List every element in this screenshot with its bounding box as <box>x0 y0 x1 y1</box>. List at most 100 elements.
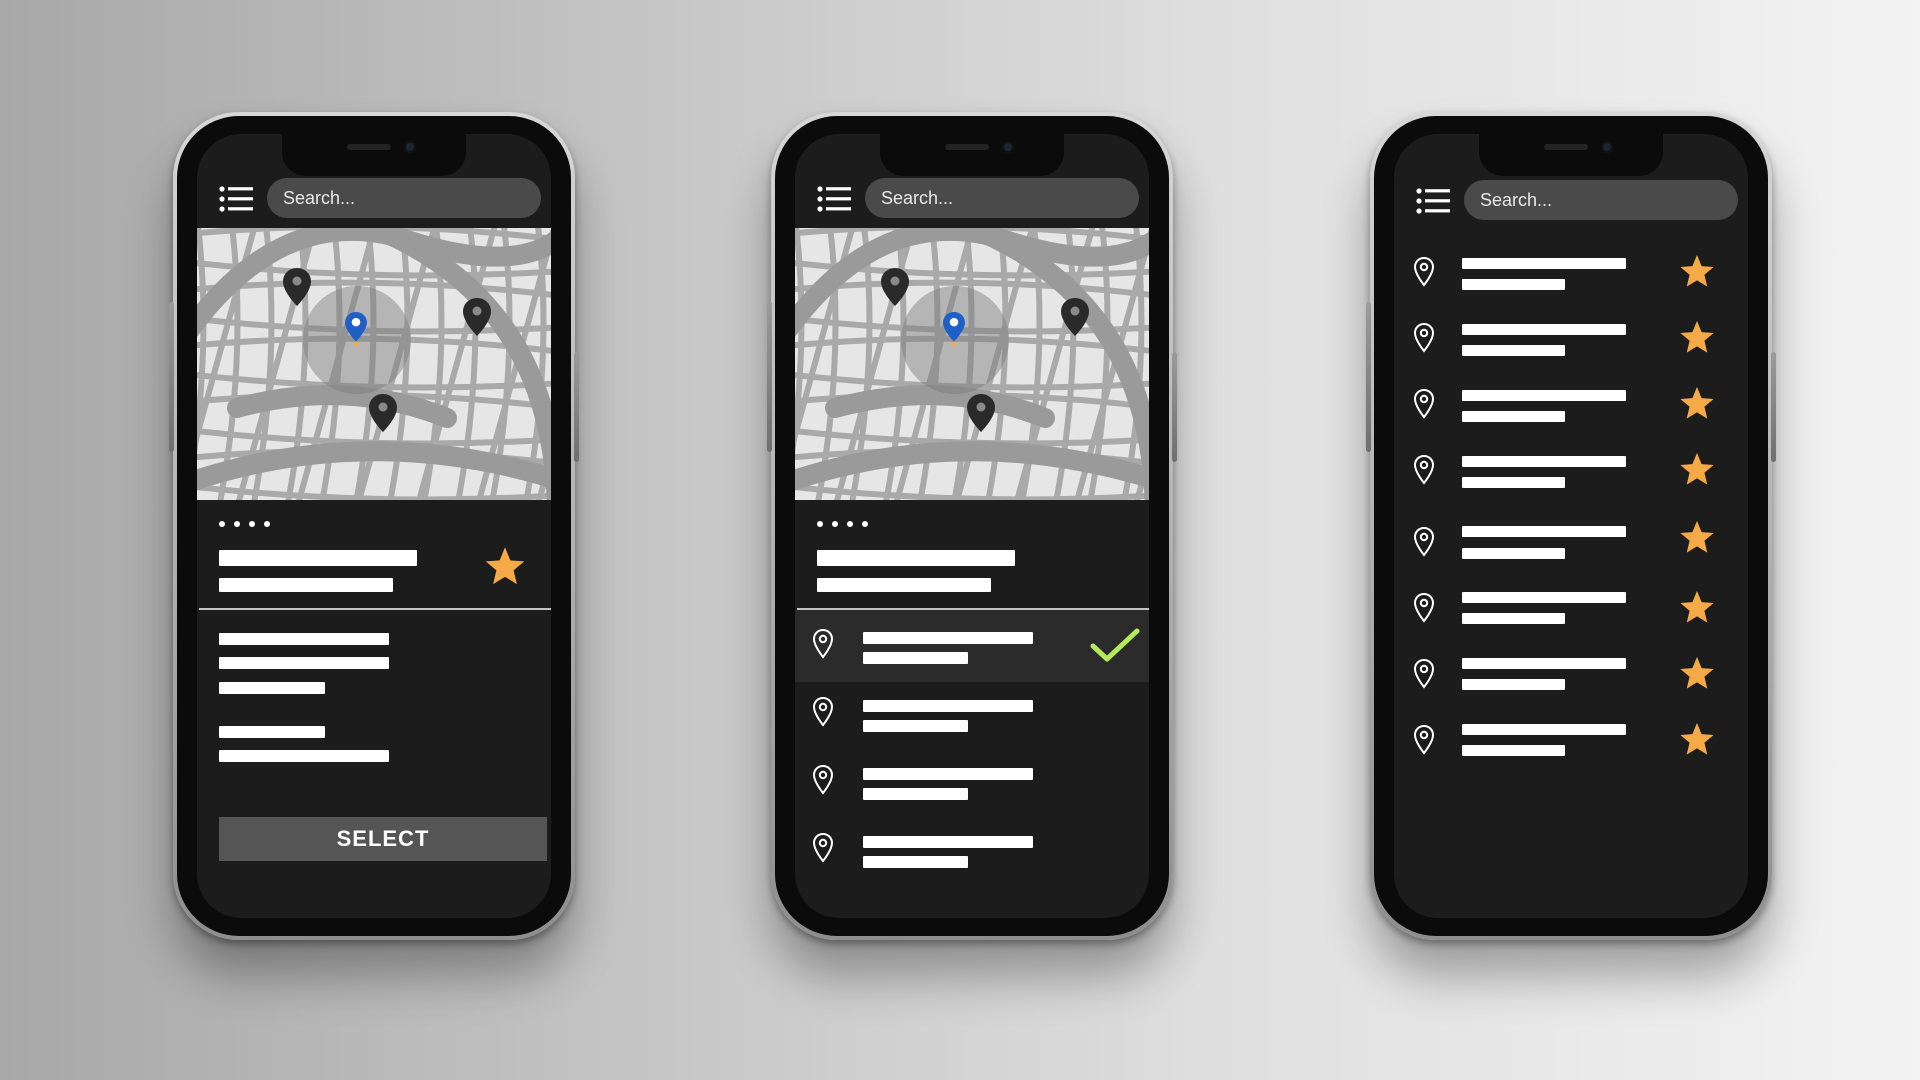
front-camera <box>404 141 416 153</box>
dot <box>832 521 838 527</box>
star-icon[interactable] <box>483 544 527 588</box>
map-view[interactable] <box>197 228 551 500</box>
place-subtitle-placeholder <box>817 578 991 592</box>
location-pin-outline-icon <box>1413 526 1435 557</box>
favorite-address-placeholder <box>1462 745 1565 756</box>
location-address-placeholder <box>863 788 968 800</box>
front-camera <box>1601 141 1613 153</box>
place-subtitle-placeholder <box>219 578 393 592</box>
detail-line-placeholder <box>219 750 389 762</box>
favorite-name-placeholder <box>1462 658 1626 669</box>
map-view[interactable] <box>795 228 1149 500</box>
location-address-placeholder <box>863 652 968 664</box>
favorite-list-item[interactable] <box>1394 370 1748 436</box>
search-input[interactable] <box>865 178 1139 218</box>
more-options-dots[interactable] <box>219 514 279 534</box>
location-pin-outline-icon <box>1413 724 1435 755</box>
favorite-list-item[interactable] <box>1394 436 1748 502</box>
location-address-placeholder <box>863 720 968 732</box>
search-input[interactable] <box>1464 180 1738 220</box>
detail-line-placeholder <box>219 682 325 694</box>
menu-list-icon[interactable] <box>817 186 851 212</box>
star-icon[interactable] <box>1678 384 1716 422</box>
location-pin-outline-icon <box>1413 658 1435 689</box>
more-options-dots[interactable] <box>817 514 877 534</box>
dot <box>847 521 853 527</box>
favorite-list-item[interactable] <box>1394 504 1748 570</box>
location-list-item[interactable] <box>795 746 1149 818</box>
menu-list-icon[interactable] <box>1416 188 1450 214</box>
phone-favorites-screen <box>1366 112 1776 940</box>
dot <box>817 521 823 527</box>
favorite-address-placeholder <box>1462 613 1565 624</box>
checkmark-icon <box>1090 628 1140 662</box>
favorite-address-placeholder <box>1462 411 1565 422</box>
phone-bezel: SELECT <box>177 116 571 936</box>
search-input[interactable] <box>267 178 541 218</box>
favorite-name-placeholder <box>1462 724 1626 735</box>
favorite-address-placeholder <box>1462 345 1565 356</box>
star-icon[interactable] <box>1678 588 1716 626</box>
dot <box>862 521 868 527</box>
section-divider <box>199 608 551 610</box>
location-list-item-selected[interactable] <box>795 610 1149 682</box>
dot <box>249 521 255 527</box>
favorite-name-placeholder <box>1462 258 1626 269</box>
location-pin-outline-icon <box>1413 454 1435 485</box>
favorite-name-placeholder <box>1462 456 1626 467</box>
speaker-grille <box>945 144 989 150</box>
favorite-address-placeholder <box>1462 679 1565 690</box>
location-pin-outline-icon <box>1413 256 1435 287</box>
location-pin-outline-icon <box>812 628 834 659</box>
location-pin-outline-icon <box>812 764 834 795</box>
detail-line-placeholder <box>219 633 389 645</box>
phone-notch <box>880 134 1064 176</box>
phone-location-list-screen <box>767 112 1177 940</box>
phone-bezel <box>1374 116 1768 936</box>
location-name-placeholder <box>863 632 1033 644</box>
location-list-item[interactable] <box>795 814 1149 886</box>
select-button[interactable]: SELECT <box>219 817 547 861</box>
detail-screen: SELECT <box>197 134 551 918</box>
location-address-placeholder <box>863 856 968 868</box>
favorite-address-placeholder <box>1462 279 1565 290</box>
speaker-grille <box>347 144 391 150</box>
favorite-name-placeholder <box>1462 592 1626 603</box>
speaker-grille <box>1544 144 1588 150</box>
star-icon[interactable] <box>1678 720 1716 758</box>
place-title-placeholder <box>219 550 417 566</box>
location-name-placeholder <box>863 768 1033 780</box>
location-pin-outline-icon <box>812 832 834 863</box>
place-title-placeholder <box>817 550 1015 566</box>
front-camera <box>1002 141 1014 153</box>
favorite-name-placeholder <box>1462 390 1626 401</box>
location-pin-outline-icon <box>1413 322 1435 353</box>
phone-bezel <box>775 116 1169 936</box>
favorites-screen <box>1394 134 1748 918</box>
star-icon[interactable] <box>1678 318 1716 356</box>
dot <box>264 521 270 527</box>
favorite-list-item[interactable] <box>1394 572 1748 638</box>
location-list-screen <box>795 134 1149 918</box>
star-icon[interactable] <box>1678 252 1716 290</box>
dot <box>234 521 240 527</box>
dot <box>219 521 225 527</box>
phone-notch <box>282 134 466 176</box>
favorite-name-placeholder <box>1462 526 1626 537</box>
favorite-address-placeholder <box>1462 548 1565 559</box>
star-icon[interactable] <box>1678 518 1716 556</box>
menu-list-icon[interactable] <box>219 186 253 212</box>
favorite-address-placeholder <box>1462 477 1565 488</box>
star-icon[interactable] <box>1678 450 1716 488</box>
location-name-placeholder <box>863 836 1033 848</box>
detail-line-placeholder <box>219 726 325 738</box>
location-list-item[interactable] <box>795 678 1149 750</box>
favorite-list-item[interactable] <box>1394 304 1748 370</box>
detail-line-placeholder <box>219 657 389 669</box>
star-icon[interactable] <box>1678 654 1716 692</box>
favorite-list-item[interactable] <box>1394 704 1748 770</box>
favorite-list-item[interactable] <box>1394 238 1748 304</box>
favorite-name-placeholder <box>1462 324 1626 335</box>
favorite-list-item[interactable] <box>1394 638 1748 704</box>
location-name-placeholder <box>863 700 1033 712</box>
